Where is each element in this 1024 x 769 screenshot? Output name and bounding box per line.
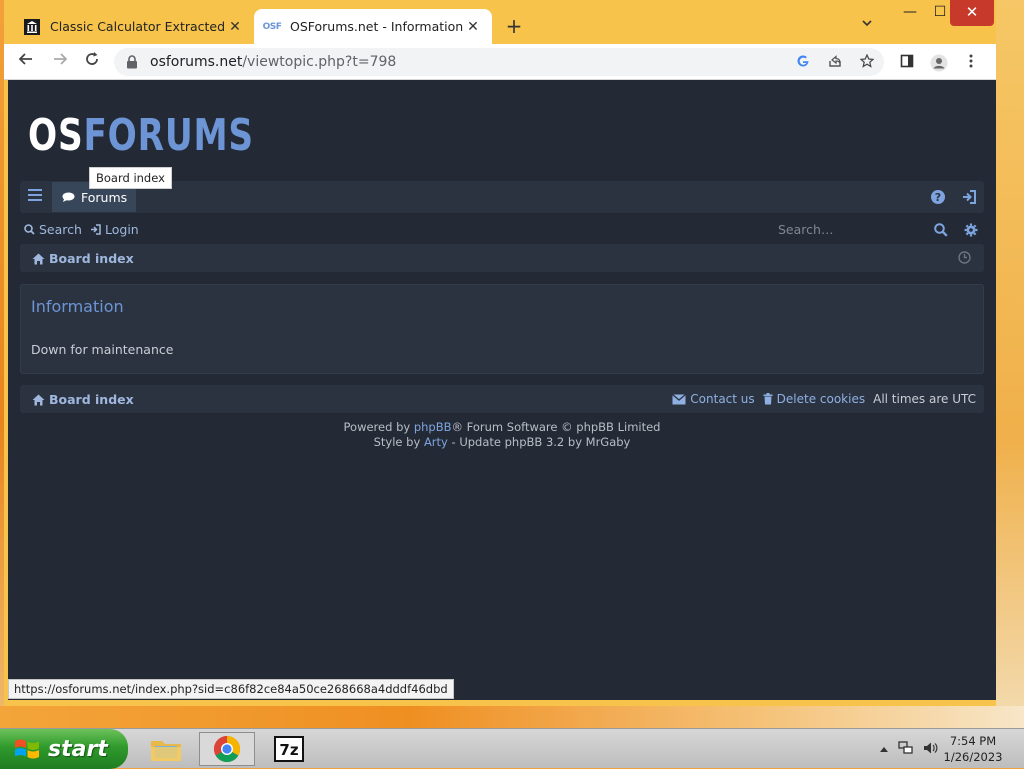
- logo-os: OS: [28, 110, 84, 161]
- chrome-icon[interactable]: [199, 732, 255, 766]
- login-icon[interactable]: [961, 189, 977, 205]
- footer-home-label: Board index: [49, 392, 134, 407]
- trash-icon: [763, 393, 773, 405]
- forums-label: Forums: [81, 189, 128, 205]
- footer-board-index[interactable]: Board index: [32, 392, 134, 407]
- profile-avatar-icon[interactable]: [930, 54, 948, 72]
- panel-message: Down for maintenance: [31, 342, 174, 357]
- close-tab-icon[interactable]: ✕: [226, 19, 244, 35]
- timezone-text: All times are UTC: [873, 392, 976, 406]
- address-bar[interactable]: osforums.net/viewtopic.php?t=798: [114, 48, 884, 76]
- tab-search-icon[interactable]: [862, 16, 872, 30]
- url-host: osforums.net: [150, 54, 243, 70]
- url-path: /viewtopic.php?t=798: [242, 54, 397, 70]
- home-icon: [32, 253, 45, 264]
- page-credits: Powered by phpBB® Forum Software © phpBB…: [8, 420, 996, 450]
- tab-classic-calculator[interactable]: Classic Calculator Extracted From ✕: [14, 9, 254, 44]
- minimize-button[interactable]: —: [894, 0, 926, 26]
- tray-expand-icon[interactable]: [880, 742, 888, 755]
- faq-help-icon[interactable]: ?: [930, 189, 946, 205]
- link-status-bubble: https://osforums.net/index.php?sid=c86f8…: [8, 679, 454, 699]
- quick-links-bar: Search Login Search…: [24, 220, 984, 240]
- google-icon[interactable]: [794, 54, 812, 72]
- back-icon[interactable]: [14, 50, 38, 74]
- forward-icon[interactable]: [48, 50, 72, 74]
- hamburger-menu-icon[interactable]: [28, 189, 42, 203]
- start-label: start: [48, 736, 108, 762]
- sign-in-icon: [91, 224, 101, 235]
- desktop-background: [996, 0, 1024, 728]
- tab-title: Classic Calculator Extracted From: [50, 19, 226, 34]
- login-link-label: Login: [105, 222, 139, 237]
- reload-icon[interactable]: [80, 50, 104, 74]
- delete-cookies-label: Delete cookies: [776, 392, 866, 406]
- tab-title: OSForums.net - Information: [290, 19, 464, 34]
- osf-favicon-text: OSF: [262, 21, 282, 32]
- contact-us-link[interactable]: Contact us: [672, 392, 755, 406]
- start-button[interactable]: start: [0, 729, 128, 769]
- information-panel: Information Down for maintenance: [20, 284, 984, 374]
- phpbb-link[interactable]: phpBB: [414, 420, 452, 434]
- 7zip-icon[interactable]: 7z: [261, 732, 317, 766]
- delete-cookies-link[interactable]: Delete cookies: [763, 392, 865, 406]
- logo-forums: FORUMS: [83, 110, 254, 161]
- credits-software: ® Forum Software © phpBB Limited: [451, 420, 661, 434]
- site-logo[interactable]: OSFORUMS: [28, 110, 254, 161]
- side-panel-icon[interactable]: [898, 54, 916, 72]
- breadcrumb: Board index: [20, 244, 984, 272]
- advanced-search-gear-icon[interactable]: [964, 223, 978, 240]
- browser-window: Classic Calculator Extracted From ✕ OSF …: [4, 0, 996, 706]
- svg-text:7z: 7z: [279, 741, 298, 759]
- credits-update: - Update phpBB 3.2 by MrGaby: [447, 435, 631, 449]
- credits-powered-by: Powered by: [343, 420, 414, 434]
- panel-title: Information: [31, 297, 124, 316]
- home-icon: [32, 394, 45, 405]
- footer-links: Contact us Delete cookies All times are …: [664, 392, 976, 406]
- share-icon[interactable]: [826, 54, 844, 72]
- volume-icon[interactable]: [922, 740, 938, 759]
- osf-icon: OSF: [262, 19, 282, 35]
- kebab-menu-icon[interactable]: [962, 54, 980, 72]
- envelope-icon: [672, 393, 687, 404]
- svg-text:?: ?: [935, 191, 941, 204]
- bookmark-star-icon[interactable]: [858, 53, 876, 72]
- clock-date: 1/26/2023: [943, 750, 1003, 764]
- close-window-button[interactable]: ✕: [950, 0, 994, 26]
- network-icon[interactable]: [898, 740, 914, 759]
- url-text: osforums.net/viewtopic.php?t=798: [150, 54, 396, 70]
- file-manager-icon[interactable]: [138, 732, 194, 766]
- speech-bubble-icon: [62, 192, 75, 202]
- clock-time: 7:54 PM: [949, 734, 997, 748]
- breadcrumb-board-index[interactable]: Board index: [32, 251, 134, 266]
- browser-toolbar: osforums.net/viewtopic.php?t=798: [4, 44, 996, 80]
- contact-us-label: Contact us: [690, 392, 755, 406]
- credits-style-by: Style by: [373, 435, 424, 449]
- tab-strip: Classic Calculator Extracted From ✕ OSF …: [4, 0, 996, 44]
- credits-line-2: Style by Arty - Update phpBB 3.2 by MrGa…: [8, 435, 996, 450]
- close-tab-icon[interactable]: ✕: [464, 19, 482, 35]
- credits-line-1: Powered by phpBB® Forum Software © phpBB…: [8, 420, 996, 435]
- windows-logo-icon: [15, 739, 39, 759]
- new-tab-button[interactable]: +: [504, 14, 524, 38]
- lock-icon: [127, 55, 137, 69]
- desktop-background-bottom: [0, 706, 1024, 728]
- search-link-label: Search: [39, 222, 82, 237]
- museum-icon: [24, 18, 40, 35]
- arty-link[interactable]: Arty: [424, 435, 448, 449]
- taskbar-clock[interactable]: 7:54 PM 1/26/2023: [938, 733, 1008, 765]
- search-icon: [24, 224, 35, 235]
- breadcrumb-label: Board index: [49, 251, 134, 266]
- tab-osforums[interactable]: OSF OSForums.net - Information ✕: [254, 9, 492, 44]
- search-link[interactable]: Search: [24, 222, 82, 237]
- board-index-tooltip: Board index: [89, 167, 172, 189]
- footer-navbar: Board index Contact us Delete cookies Al…: [20, 385, 984, 413]
- search-submit-icon[interactable]: [934, 223, 948, 240]
- site-search-input[interactable]: Search…: [778, 220, 928, 240]
- clock-icon: [958, 251, 971, 267]
- login-link[interactable]: Login: [90, 222, 139, 237]
- taskbar: start 7z 7:54 PM 1/26/2023: [0, 728, 1024, 769]
